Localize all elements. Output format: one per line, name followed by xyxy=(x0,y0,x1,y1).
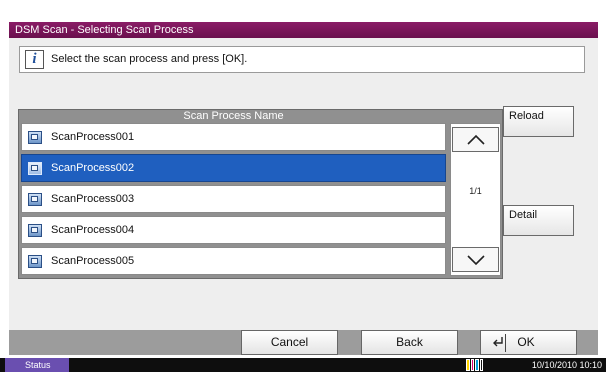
list-scroll-panel: 1/1 xyxy=(450,123,501,276)
info-message-box: i Select the scan process and press [OK]… xyxy=(19,46,585,73)
toner-magenta xyxy=(470,359,474,371)
toner-yellow xyxy=(466,359,470,371)
list-item-label: ScanProcess001 xyxy=(51,131,135,143)
list-item[interactable]: ScanProcess005 xyxy=(21,247,446,275)
list-item-selected[interactable]: ScanProcess002 xyxy=(21,154,446,182)
chevron-down-icon xyxy=(467,255,485,266)
back-button[interactable]: Back xyxy=(361,330,458,355)
scroll-up-button[interactable] xyxy=(452,127,499,152)
info-icon: i xyxy=(25,50,44,69)
list-item[interactable]: ScanProcess003 xyxy=(21,185,446,213)
toner-level-icon xyxy=(466,359,483,371)
status-bar: Status 10/10/2010 10:10 xyxy=(0,358,606,372)
cancel-button[interactable]: Cancel xyxy=(241,330,338,355)
page-indicator: 1/1 xyxy=(469,186,482,196)
scan-process-icon xyxy=(28,161,42,175)
list-item-label: ScanProcess003 xyxy=(51,193,135,205)
ok-button-divider xyxy=(505,334,506,352)
list-item-label: ScanProcess005 xyxy=(51,255,135,267)
list-item[interactable]: ScanProcess001 xyxy=(21,123,446,151)
window-title: DSM Scan - Selecting Scan Process xyxy=(9,22,598,38)
ok-button-label: OK xyxy=(517,335,535,349)
info-message: Select the scan process and press [OK]. xyxy=(51,53,248,65)
list-item-label: ScanProcess004 xyxy=(51,224,135,236)
list-rows: ScanProcess001 ScanProcess002 ScanProces… xyxy=(21,123,446,278)
list-item[interactable]: ScanProcess004 xyxy=(21,216,446,244)
scroll-down-button[interactable] xyxy=(452,247,499,272)
scan-process-icon xyxy=(28,192,42,206)
list-item-label: ScanProcess002 xyxy=(51,162,135,174)
scan-process-icon xyxy=(28,130,42,144)
datetime: 10/10/2010 10:10 xyxy=(531,360,602,370)
chevron-up-icon xyxy=(467,134,485,145)
scan-process-list: Scan Process Name ScanProcess001 ScanPro… xyxy=(18,109,503,279)
detail-button[interactable]: Detail xyxy=(503,205,574,236)
reload-button[interactable]: Reload xyxy=(503,106,574,137)
list-column-header[interactable]: Scan Process Name xyxy=(19,110,448,122)
screen: DSM Scan - Selecting Scan Process i Sele… xyxy=(0,0,606,372)
ok-button[interactable]: OK xyxy=(480,330,577,355)
scan-process-icon xyxy=(28,223,42,237)
status-button[interactable]: Status xyxy=(5,358,69,372)
toner-black xyxy=(479,359,483,371)
enter-icon xyxy=(493,336,503,347)
scan-process-icon xyxy=(28,254,42,268)
toner-cyan xyxy=(475,359,479,371)
